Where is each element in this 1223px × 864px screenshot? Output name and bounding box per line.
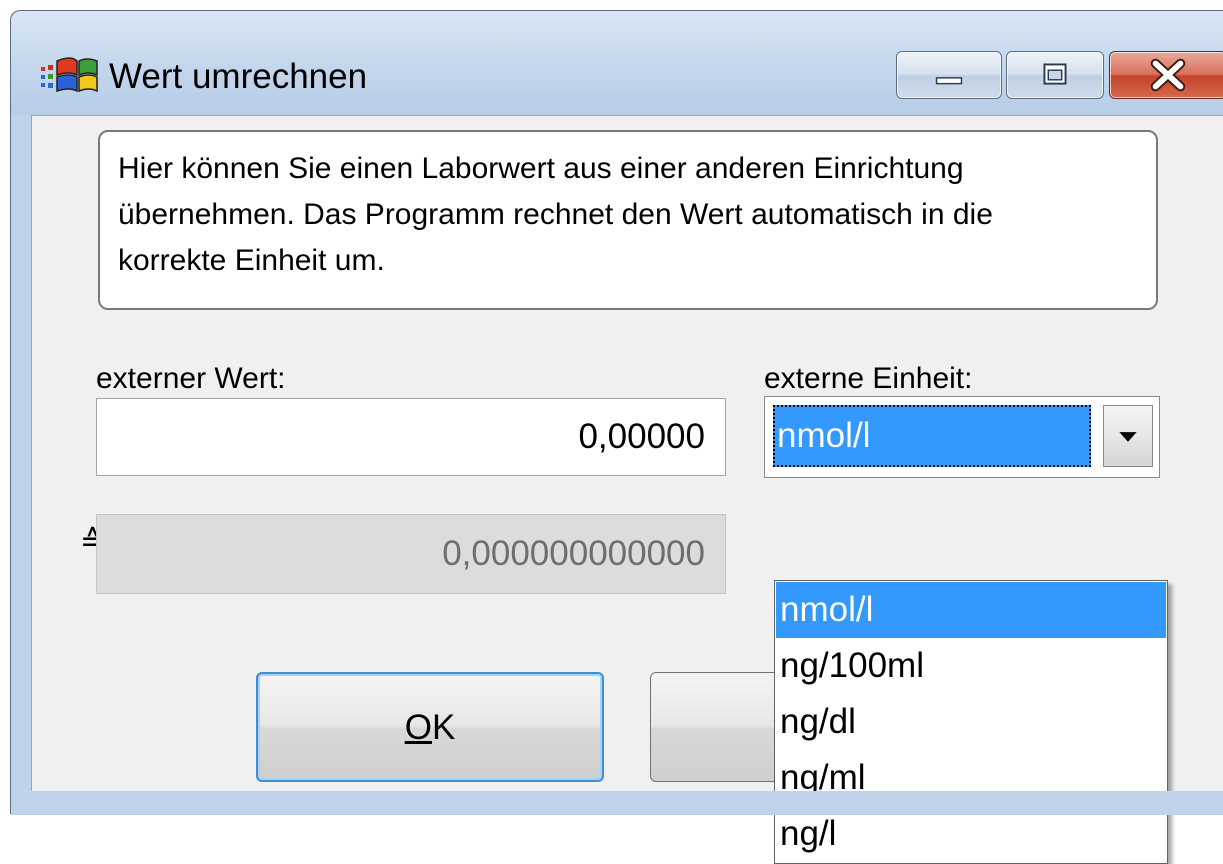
ok-mnemonic: O — [404, 708, 432, 747]
info-line-3: korrekte Einheit um. — [118, 244, 385, 277]
info-line-1: Hier können Sie einen Laborwert aus eine… — [118, 152, 964, 185]
chevron-down-icon — [1119, 432, 1137, 442]
windows-flag-icon — [41, 57, 98, 93]
window-bottom-frame — [11, 791, 1223, 815]
maximize-icon — [1043, 63, 1067, 85]
external-value-input[interactable]: 0,00000 — [96, 398, 726, 476]
close-icon — [1150, 58, 1186, 92]
ok-button[interactable]: OK — [256, 672, 604, 782]
converted-value-field: 0,000000000000 — [96, 514, 726, 594]
ok-label-rest: K — [431, 708, 456, 747]
title-bar[interactable]: Wert umrechnen — [11, 11, 1223, 115]
unit-dropdown-list[interactable]: nmol/l ng/100ml ng/dl ng/ml ng/l — [774, 580, 1168, 864]
dropdown-option-ng-dl[interactable]: ng/dl — [776, 694, 1166, 750]
minimize-button[interactable] — [896, 51, 1002, 99]
maximize-button[interactable] — [1006, 51, 1104, 99]
dialog-window: Wert umrechnen Hier können Sie einen Lab… — [10, 10, 1223, 864]
window-title: Wert umrechnen — [109, 57, 368, 96]
external-unit-combobox[interactable]: nmol/l — [764, 396, 1160, 478]
dropdown-option-nmol-l[interactable]: nmol/l — [776, 582, 1166, 638]
external-unit-label: externe Einheit: — [764, 362, 973, 395]
dialog-client-area: Hier können Sie einen Laborwert aus eine… — [31, 115, 1223, 864]
combobox-dropdown-button[interactable] — [1103, 405, 1153, 467]
info-line-2: übernehmen. Das Programm rechnet den Wer… — [118, 198, 993, 231]
external-unit-selected-value[interactable]: nmol/l — [773, 405, 1091, 467]
close-button[interactable] — [1109, 51, 1223, 99]
dropdown-option-ng-100ml[interactable]: ng/100ml — [776, 638, 1166, 694]
info-text-box: Hier können Sie einen Laborwert aus eine… — [98, 130, 1158, 310]
external-value-label: externer Wert: — [96, 362, 286, 395]
minimize-icon — [935, 77, 963, 85]
